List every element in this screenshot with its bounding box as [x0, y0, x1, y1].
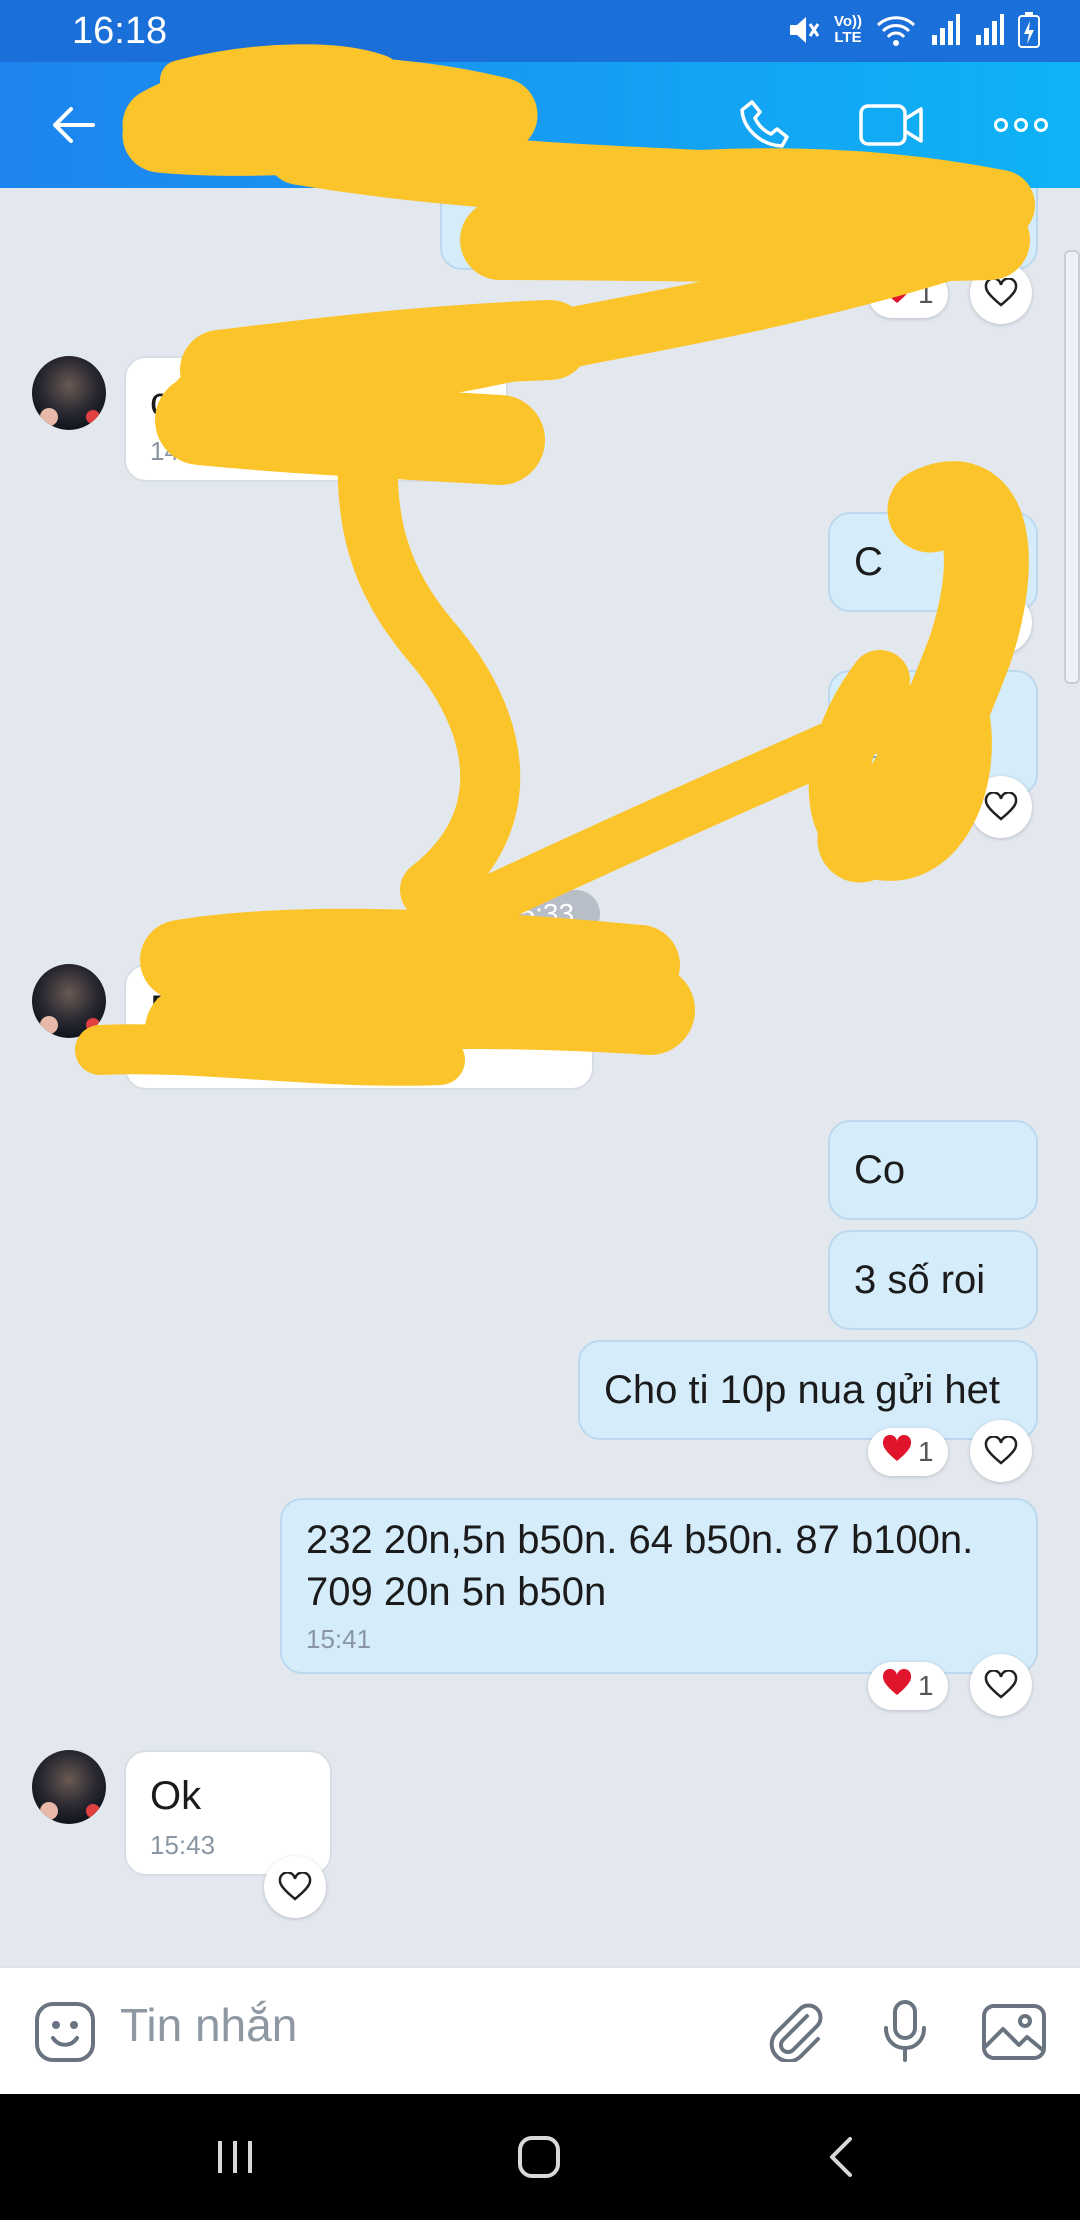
scrollbar[interactable] — [1064, 250, 1080, 684]
home-icon — [518, 2136, 560, 2178]
contact-status: y cập ước — [148, 134, 387, 165]
avatar[interactable] — [32, 1750, 106, 1824]
video-call-icon — [859, 104, 923, 146]
message-input-bar: Tin nhắn — [0, 1966, 1080, 2096]
signal-icon — [974, 13, 1004, 47]
react-button[interactable] — [970, 1420, 1032, 1482]
mute-icon — [786, 13, 820, 47]
nav-back-button[interactable] — [806, 2094, 876, 2220]
heart-outline-icon — [278, 1872, 312, 1901]
message-bubble[interactable]: Cho ti 10p nua gửi het — [578, 1340, 1038, 1440]
react-button[interactable] — [970, 776, 1032, 838]
heart-icon — [882, 1668, 912, 1704]
battery-charging-icon — [1018, 12, 1040, 48]
microphone-button[interactable] — [870, 1968, 940, 2096]
emoji-button[interactable] — [30, 1968, 100, 2096]
home-button[interactable] — [504, 2094, 574, 2220]
image-button[interactable] — [978, 1968, 1050, 2096]
message-bubble[interactable]: 3 số roi — [828, 1230, 1038, 1330]
status-icons: Vo)) LTE — [786, 12, 1040, 48]
heart-outline-icon — [984, 278, 1018, 307]
heart-icon — [882, 790, 912, 826]
heart-outline-icon — [984, 1436, 1018, 1465]
video-call-button[interactable] — [856, 62, 928, 188]
microphone-icon — [884, 2000, 926, 2062]
reaction-count[interactable]: 1 — [868, 784, 948, 832]
avatar[interactable] — [32, 964, 106, 1038]
image-icon — [982, 2004, 1046, 2060]
chat-header: y cập ước — [0, 62, 1080, 188]
react-button[interactable] — [264, 1856, 326, 1918]
call-button[interactable] — [730, 62, 800, 188]
message-bubble[interactable]: cò 14 — [124, 356, 508, 482]
time-separator: 15:33 — [478, 890, 600, 938]
react-button[interactable] — [970, 262, 1032, 324]
status-time: 16:18 — [72, 10, 168, 52]
message-bubble[interactable]: 10: — [440, 188, 1038, 270]
more-icon — [994, 118, 1048, 132]
back-arrow-icon — [53, 107, 95, 143]
attachment-icon — [769, 2003, 823, 2062]
back-button[interactable] — [36, 62, 110, 188]
signal-icon — [930, 13, 960, 47]
reaction-count[interactable]: 1 — [868, 270, 948, 318]
react-button[interactable] — [970, 592, 1032, 654]
volte-icon: Vo)) LTE — [833, 13, 862, 46]
more-button[interactable] — [986, 62, 1056, 188]
avatar[interactable] — [32, 356, 106, 430]
message-list[interactable]: 10: 1 cò 14 C 14 1 15:33 B 15:3 Co 3 số … — [0, 188, 1080, 1966]
heart-outline-icon — [984, 792, 1018, 821]
react-button[interactable] — [970, 1654, 1032, 1716]
attachment-button[interactable] — [760, 1968, 830, 2096]
emoji-icon — [35, 2002, 95, 2062]
heart-outline-icon — [984, 608, 1018, 637]
status-bar: 16:18 Vo)) LTE — [0, 0, 1080, 62]
recent-apps-button[interactable] — [200, 2094, 270, 2220]
reaction-count[interactable]: 1 — [868, 1662, 948, 1710]
recent-apps-icon — [218, 2141, 252, 2173]
heart-outline-icon — [984, 1670, 1018, 1699]
heart-icon — [882, 276, 912, 312]
phone-icon — [740, 100, 789, 148]
wifi-icon — [876, 13, 916, 47]
system-navigation-bar — [0, 2094, 1080, 2220]
back-icon — [830, 2137, 852, 2177]
heart-icon — [882, 1434, 912, 1470]
message-bubble[interactable]: 232 20n,5n b50n. 64 b50n. 87 b100n. 709 … — [280, 1498, 1038, 1674]
message-bubble[interactable]: B 15:3 — [124, 964, 594, 1090]
message-bubble[interactable]: Co — [828, 1120, 1038, 1220]
reaction-count[interactable]: 1 — [868, 1428, 948, 1476]
message-input[interactable]: Tin nhắn — [120, 1998, 297, 2052]
